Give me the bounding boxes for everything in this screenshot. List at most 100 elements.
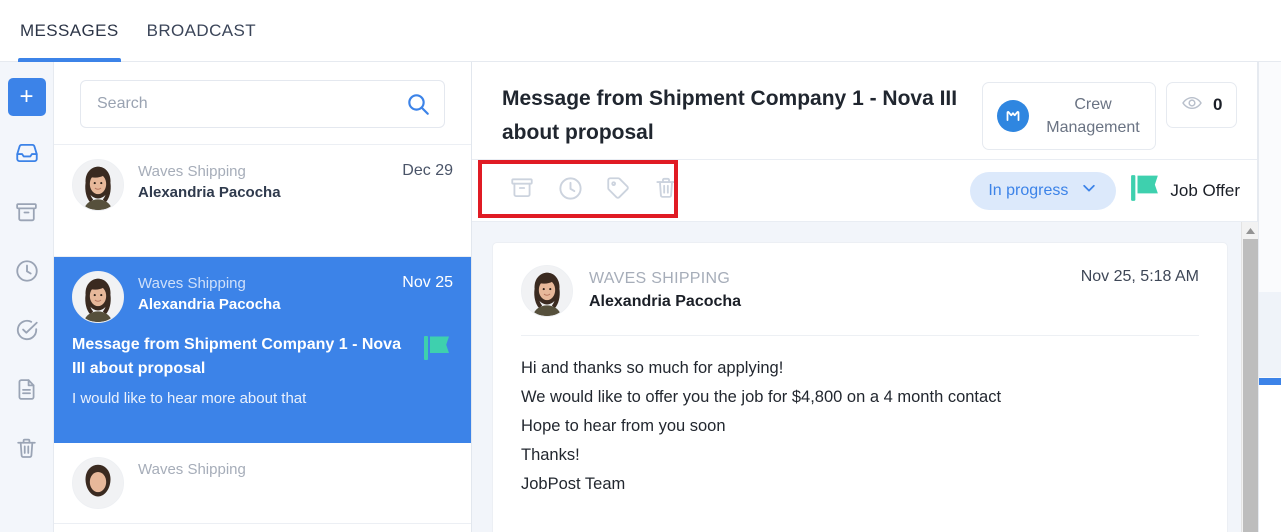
flag-icon: [423, 335, 451, 369]
message-person: Alexandria Pacocha: [589, 293, 742, 310]
check-circle-icon: [14, 317, 40, 343]
status-dropdown[interactable]: In progress: [970, 171, 1117, 210]
job-offer-label: Job Offer: [1170, 180, 1240, 200]
list-item-person: Alexandria Pacocha: [138, 296, 281, 313]
crew-management-badge[interactable]: Crew Management: [982, 82, 1156, 150]
top-tab-bar: MESSAGES BROADCAST: [0, 0, 1281, 62]
avatar-photo: [73, 160, 123, 210]
right-peek-panel: [1258, 62, 1281, 532]
tag-icon: [605, 175, 631, 206]
list-item-selected[interactable]: Waves Shipping Alexandria Pacocha Nov 25…: [54, 257, 471, 443]
snooze-button[interactable]: [550, 171, 590, 211]
avatar: [521, 265, 573, 317]
sidebar-item-snoozed[interactable]: [5, 249, 49, 293]
left-icon-rail: +: [0, 62, 54, 532]
message-body-line: We would like to offer you the job for $…: [521, 388, 1002, 406]
list-item-subject-row: Message from Shipment Company 1 - Nova I…: [72, 333, 453, 381]
messages-app: MESSAGES BROADCAST + Search Waves Shippi…: [0, 0, 1281, 532]
eye-icon: [1181, 92, 1203, 119]
tab-list: MESSAGES BROADCAST: [0, 0, 258, 62]
search-area: [54, 62, 471, 144]
list-item-subject: Message from Shipment Company 1 - Nova I…: [72, 336, 401, 377]
message-list-panel: Waves Shipping Alexandria Pacocha Dec 29: [54, 62, 472, 532]
detail-header-inner: Message from Shipment Company 1 - Nova I…: [472, 62, 1258, 150]
list-item-org: Waves Shipping: [138, 163, 246, 180]
clock-icon: [557, 175, 584, 207]
search-box: [80, 80, 445, 128]
flag-icon: [1130, 174, 1160, 207]
message-org: WAVES SHIPPING: [589, 270, 731, 287]
thread-scrollbar[interactable]: [1241, 222, 1258, 532]
tab-messages[interactable]: MESSAGES: [18, 0, 121, 62]
sidebar-item-drafts[interactable]: [5, 367, 49, 411]
message-body-line: JobPost Team: [521, 475, 626, 493]
views-badge[interactable]: 0: [1166, 82, 1238, 128]
scroll-up-arrow-icon[interactable]: [1242, 222, 1258, 239]
chevron-down-icon: [1080, 179, 1098, 202]
toolbar-right: In progress Job Offer: [970, 171, 1240, 210]
label-button[interactable]: [598, 171, 638, 211]
thread-area: WAVES SHIPPING Alexandria Pacocha Nov 25…: [472, 222, 1258, 532]
crew-management-label: Crew Management: [1046, 96, 1140, 136]
archive-button[interactable]: [502, 171, 542, 211]
message-body-line: Hope to hear from you soon: [521, 417, 726, 435]
peek-card: [1259, 292, 1281, 377]
page-title: Message from Shipment Company 1 - Nova I…: [502, 87, 958, 144]
sidebar-item-archive[interactable]: [5, 190, 49, 234]
list-item[interactable]: Waves Shipping: [54, 443, 471, 524]
compose-button[interactable]: +: [7, 78, 46, 116]
list-item-meta: Waves Shipping: [138, 457, 453, 480]
status-label: In progress: [988, 181, 1069, 199]
detail-header: Message from Shipment Company 1 - Nova I…: [472, 62, 1258, 160]
tab-broadcast[interactable]: BROADCAST: [145, 0, 258, 62]
message-header: WAVES SHIPPING Alexandria Pacocha Nov 25…: [521, 265, 1199, 317]
list-item-header: Waves Shipping Alexandria Pacocha Nov 25: [72, 271, 453, 323]
list-item-header: Waves Shipping: [72, 457, 453, 509]
inbox-icon: [14, 140, 40, 166]
message-detail-panel: Message from Shipment Company 1 - Nova I…: [472, 62, 1258, 532]
list-item-org: Waves Shipping: [138, 275, 246, 292]
crew-management-logo-icon: [997, 100, 1029, 132]
list-item-meta: Waves Shipping Alexandria Pacocha: [138, 271, 402, 315]
message-sender-meta: WAVES SHIPPING Alexandria Pacocha: [589, 265, 1081, 314]
conversation-list: Waves Shipping Alexandria Pacocha Dec 29: [54, 144, 471, 524]
sidebar-item-done[interactable]: [5, 308, 49, 352]
list-item-header: Waves Shipping Alexandria Pacocha Dec 29: [72, 159, 453, 211]
list-item-preview: I would like to hear more about that: [72, 390, 307, 407]
document-icon: [14, 377, 39, 402]
peek-accent-bar: [1259, 378, 1281, 385]
avatar-photo: [73, 458, 123, 508]
message-body-line: Thanks!: [521, 446, 580, 464]
search-icon[interactable]: [405, 91, 431, 117]
avatar-photo: [73, 272, 123, 322]
search-input[interactable]: [81, 81, 444, 127]
tab-broadcast-label: BROADCAST: [146, 21, 257, 40]
scrollbar-thumb[interactable]: [1243, 239, 1258, 532]
toolbar-actions: [502, 171, 686, 211]
avatar: [72, 159, 124, 211]
message-timestamp: Nov 25, 5:18 AM: [1080, 268, 1199, 285]
message-body-line: Hi and thanks so much for applying!: [521, 359, 784, 377]
list-item-meta: Waves Shipping Alexandria Pacocha: [138, 159, 402, 203]
peek-body: [1259, 385, 1281, 532]
views-count: 0: [1213, 95, 1223, 114]
message-body: Hi and thanks so much for applying! We w…: [521, 336, 1199, 499]
clock-icon: [14, 258, 40, 284]
detail-toolbar: In progress Job Offer: [472, 160, 1258, 222]
avatar-photo: [522, 266, 572, 316]
sidebar-item-trash[interactable]: [5, 426, 49, 470]
trash-icon: [653, 175, 679, 206]
delete-button[interactable]: [646, 171, 686, 211]
avatar: [72, 457, 124, 509]
list-item-person: Alexandria Pacocha: [138, 184, 281, 201]
plus-icon: +: [19, 83, 34, 110]
list-item-date: Nov 25: [402, 274, 453, 291]
message-card: WAVES SHIPPING Alexandria Pacocha Nov 25…: [492, 242, 1228, 532]
sidebar-item-inbox[interactable]: [5, 131, 49, 175]
list-item-org: Waves Shipping: [138, 461, 246, 478]
avatar: [72, 271, 124, 323]
job-offer-tag[interactable]: Job Offer: [1130, 174, 1240, 207]
list-item[interactable]: Waves Shipping Alexandria Pacocha Dec 29: [54, 145, 471, 257]
trash-icon: [14, 436, 39, 461]
list-item-date: Dec 29: [402, 162, 453, 179]
